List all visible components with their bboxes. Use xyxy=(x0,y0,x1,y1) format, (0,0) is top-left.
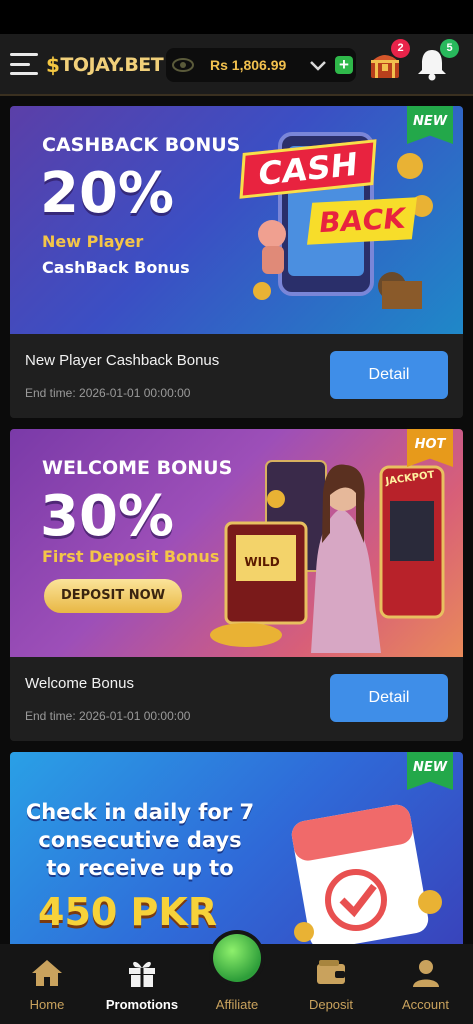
nav-affiliate[interactable]: Affiliate xyxy=(190,930,284,1024)
wild-text: WILD xyxy=(244,555,280,569)
logo-text: TOJAY.BET xyxy=(60,54,164,76)
nav-label: Promotions xyxy=(105,997,179,1012)
banner-line-1: Check in daily for 7 xyxy=(25,800,255,824)
nav-label: Account xyxy=(402,997,449,1012)
detail-button[interactable]: Detail xyxy=(330,674,448,722)
banner-percent: 30% xyxy=(40,484,175,549)
promotions-list: CASHBACK BONUS 20% New Player CashBack B… xyxy=(0,96,473,944)
nav-home[interactable]: Home xyxy=(0,944,94,1024)
promotion-card[interactable]: Check in daily for 7 consecutive days to… xyxy=(10,752,463,944)
promotion-info: New Player Cashback Bonus End time: 2026… xyxy=(10,334,463,418)
eye-icon[interactable] xyxy=(172,56,194,74)
gift-icon xyxy=(129,961,155,987)
add-funds-button[interactable]: + xyxy=(335,56,353,74)
banner-heading: CASHBACK BONUS xyxy=(42,134,241,156)
banner-heading: WELCOME BONUS xyxy=(42,457,233,479)
chevron-down-icon[interactable] xyxy=(309,56,327,74)
promotion-title: New Player Cashback Bonus xyxy=(25,352,220,369)
promotion-banner[interactable]: Check in daily for 7 consecutive days to… xyxy=(10,752,463,944)
banner-amount: 450 PKR xyxy=(38,890,218,934)
promotion-card[interactable]: CASHBACK BONUS 20% New Player CashBack B… xyxy=(10,106,463,418)
balance-amount: Rs 1,806.99 xyxy=(210,57,287,73)
banner-line-2: CashBack Bonus xyxy=(42,258,190,277)
promotion-info: Welcome Bonus End time: 2026-01-01 00:00… xyxy=(10,657,463,741)
deposit-now-button[interactable]: DEPOSIT NOW xyxy=(44,579,182,613)
bottom-navigation: Home Promotions Affiliate Deposit Accoun… xyxy=(0,930,473,1024)
nav-promotions[interactable]: Promotions xyxy=(94,944,190,1024)
balance-box: Rs 1,806.99 + xyxy=(166,48,356,82)
promotion-end-time: End time: 2026-01-01 00:00:00 xyxy=(25,709,191,723)
banner-line-2: consecutive days xyxy=(38,828,242,852)
home-icon xyxy=(32,960,62,986)
site-logo[interactable]: $ TOJAY.BET xyxy=(46,50,164,80)
wallet-icon xyxy=(317,960,345,984)
back-text: BACK xyxy=(306,197,418,245)
nav-label: Affiliate xyxy=(215,997,259,1012)
status-bar xyxy=(0,0,473,34)
promotion-title: Welcome Bonus xyxy=(25,675,134,692)
top-header: $ TOJAY.BET Rs 1,806.99 + 2 5 xyxy=(0,34,473,96)
affiliate-icon xyxy=(209,930,265,986)
logo-symbol: $ xyxy=(46,53,60,77)
promotion-banner[interactable]: WELCOME BONUS 30% First Deposit Bonus DE… xyxy=(10,429,463,657)
banner-line-3: to receive up to xyxy=(46,856,234,880)
promotion-card[interactable]: WELCOME BONUS 30% First Deposit Bonus DE… xyxy=(10,429,463,741)
banner-line-1: First Deposit Bonus xyxy=(42,547,220,566)
promotion-banner[interactable]: CASHBACK BONUS 20% New Player CashBack B… xyxy=(10,106,463,334)
detail-button[interactable]: Detail xyxy=(330,351,448,399)
nav-deposit[interactable]: Deposit xyxy=(284,944,378,1024)
nav-label: Home xyxy=(29,997,65,1012)
promotion-end-time: End time: 2026-01-01 00:00:00 xyxy=(25,386,191,400)
user-icon xyxy=(412,960,439,987)
menu-icon[interactable] xyxy=(10,53,38,75)
banner-percent: 20% xyxy=(40,161,175,226)
chest-badge: 2 xyxy=(391,39,410,58)
nav-account[interactable]: Account xyxy=(378,944,473,1024)
banner-line-1: New Player xyxy=(42,232,144,251)
calendar-illustration xyxy=(291,804,442,944)
nav-label: Deposit xyxy=(308,997,354,1012)
notification-badge: 5 xyxy=(440,39,459,58)
